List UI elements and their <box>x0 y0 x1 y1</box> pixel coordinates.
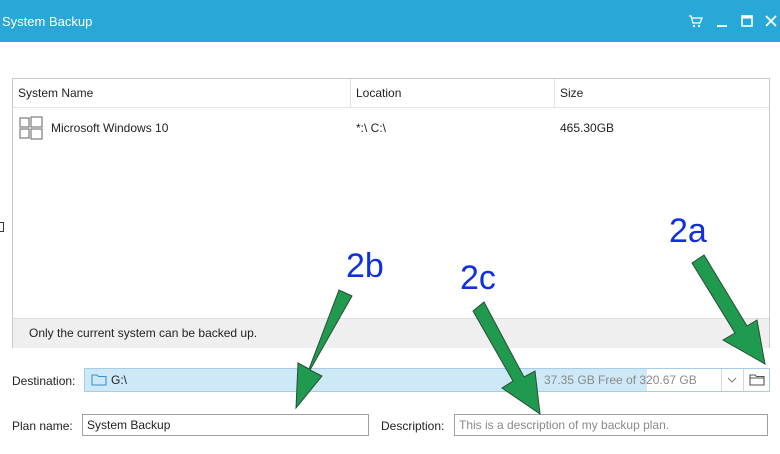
arrow-2a <box>691 254 766 365</box>
annotation-label-2c: 2c <box>460 259 496 297</box>
annotation-arrows <box>295 254 766 416</box>
arrow-2c <box>472 301 541 416</box>
annotation-label-2a: 2a <box>669 212 707 250</box>
annotation-label-2b: 2b <box>346 247 384 285</box>
arrow-2b <box>295 289 353 410</box>
